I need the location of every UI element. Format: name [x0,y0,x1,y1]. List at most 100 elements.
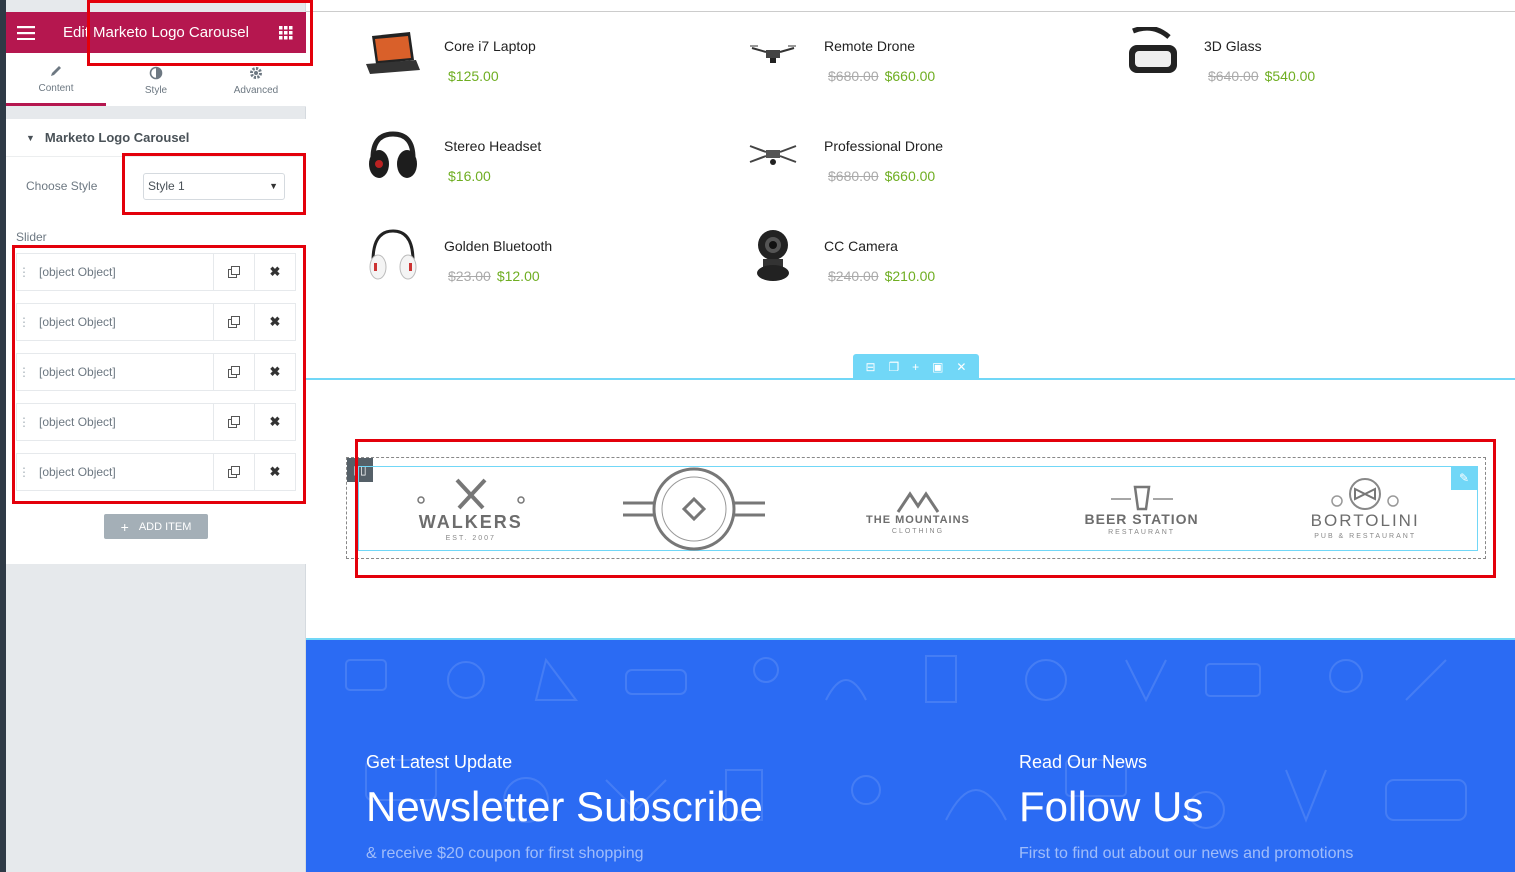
style-select[interactable]: Style 1 ▼ [143,172,285,200]
drone-image[interactable] [738,120,808,190]
edit-widget-pencil-icon[interactable]: ✎ [1451,466,1477,490]
old-price: $23.00 [448,268,491,284]
product-name[interactable]: Professional Drone [824,138,943,154]
product-price: $125.00 [448,68,499,84]
newsletter-desc: & receive $20 coupon for first shopping [366,845,644,862]
product-item[interactable]: CC Camera $240.00 $210.00 [738,220,1098,290]
style-select-value: Style 1 [148,179,185,193]
tab-label: Content [38,83,74,94]
product-price: $23.00 $12.00 [448,268,540,284]
panel-header: Edit Marketo Logo Carousel [6,12,306,53]
product-name[interactable]: 3D Glass [1204,38,1262,54]
slider-item-title[interactable]: [object Object] [29,354,213,390]
logo-sub: PUB & RESTAURANT [1314,533,1417,540]
logo-name: BEER STATION [1084,511,1199,527]
preview-canvas: Core i7 Laptop $125.00 Remote Drone $680… [306,0,1515,872]
tab-content[interactable]: Content [6,53,106,106]
remove-icon[interactable]: ✖ [254,404,295,440]
editor-panel: Edit Marketo Logo Carousel Content Style [0,0,306,872]
product-name[interactable]: Core i7 Laptop [444,38,536,54]
choose-style-label: Choose Style [26,179,98,193]
product-item[interactable]: Professional Drone $680.00 $660.00 [738,120,1098,190]
slider-item-title[interactable]: [object Object] [29,304,213,340]
save-section-icon[interactable]: ▣ [932,360,943,374]
remove-icon[interactable]: ✖ [254,354,295,390]
slider-item[interactable]: ⋮ [object Object] ✖ [16,253,296,291]
pencil-icon [49,62,63,80]
camera-image[interactable] [738,220,808,290]
vr-glass-image[interactable] [1118,20,1188,90]
slider-item[interactable]: ⋮ [object Object] ✖ [16,303,296,341]
slider-item-title[interactable]: [object Object] [29,454,213,490]
tab-label: Style [144,84,168,96]
product-name[interactable]: Golden Bluetooth [444,238,552,254]
mountains-icon [896,491,940,513]
product-name[interactable]: Stereo Headset [444,138,541,154]
carousel-logo[interactable]: BORTOLINI PUB & RESTAURANT [1270,466,1460,551]
hamburger-menu-icon[interactable] [6,12,46,53]
column-wrapper: ▯▯ WALKERS EST. 2007 THE MOUNTAINS CLOTH… [346,457,1486,559]
carousel-logo[interactable]: BEER STATION RESTAURANT [1047,466,1237,551]
widgets-grid-icon[interactable] [266,12,306,53]
remove-icon[interactable]: ✖ [254,454,295,490]
slider-item-title[interactable]: [object Object] [29,404,213,440]
duplicate-icon[interactable] [213,354,254,390]
product-item[interactable]: 3D Glass $640.00 $540.00 [1118,20,1478,90]
newsletter-kicker: Get Latest Update [366,752,513,772]
duplicate-icon[interactable] [213,404,254,440]
slider-item[interactable]: ⋮ [object Object] ✖ [16,453,296,491]
tab-label: Advanced [233,84,279,96]
carousel-logo[interactable] [599,466,789,551]
headset-image[interactable] [358,120,428,190]
drag-handle-icon[interactable]: ⋮ [17,304,30,340]
tab-style[interactable]: Style [106,53,206,106]
delete-section-icon[interactable]: ✕ [956,360,966,374]
drag-handle-icon[interactable]: ⋮ [17,254,30,290]
remove-icon[interactable]: ✖ [254,254,295,290]
product-price: $640.00 $540.00 [1208,68,1315,84]
product-item[interactable]: Stereo Headset $16.00 [358,120,718,190]
follow-kicker: Read Our News [1019,752,1148,772]
product-name[interactable]: Remote Drone [824,38,915,54]
drone-image[interactable] [738,20,808,90]
old-price: $680.00 [828,168,879,184]
crossed-axes-icon [417,478,525,509]
tab-advanced[interactable]: Advanced [206,53,306,106]
add-item-button[interactable]: + ADD ITEM [104,514,208,539]
price: $16.00 [448,168,491,184]
plus-icon: + [120,518,129,535]
slider-item[interactable]: ⋮ [object Object] ✖ [16,353,296,391]
duplicate-icon[interactable] [213,304,254,340]
drag-handle-icon[interactable]: ⋮ [17,404,30,440]
laptop-image[interactable] [358,20,428,90]
price: $210.00 [884,268,936,284]
divider [306,11,1515,12]
duplicate-section-icon[interactable]: ❐ [888,360,899,374]
slider-item-title[interactable]: [object Object] [29,254,213,290]
product-item[interactable]: Core i7 Laptop $125.00 [358,20,718,90]
logo-carousel[interactable]: WALKERS EST. 2007 THE MOUNTAINS CLOTHING [358,466,1478,551]
product-item[interactable]: Golden Bluetooth $23.00 $12.00 [358,220,718,290]
follow-desc: First to find out about our news and pro… [1019,845,1354,862]
add-section-icon[interactable]: + [912,360,919,374]
drag-handle-icon[interactable]: ⋮ [17,354,30,390]
bluetooth-headphones-image[interactable] [358,220,428,290]
logo-sub: EST. 2007 [445,534,496,542]
product-item[interactable]: Remote Drone $680.00 $660.00 [738,20,1098,90]
duplicate-icon[interactable] [213,454,254,490]
carousel-logo[interactable]: WALKERS EST. 2007 [376,466,566,551]
duplicate-icon[interactable] [213,254,254,290]
product-name[interactable]: CC Camera [824,238,898,254]
dropdown-arrow-icon: ▼ [269,181,278,191]
carousel-logo[interactable]: THE MOUNTAINS CLOTHING [823,466,1013,551]
section-title: Marketo Logo Carousel [44,130,190,145]
remove-icon[interactable]: ✖ [254,304,295,340]
edit-section-icon[interactable]: ⊟ [865,360,875,374]
slider-item[interactable]: ⋮ [object Object] ✖ [16,403,296,441]
slider-label: Slider [16,230,47,244]
drag-handle-icon[interactable]: ⋮ [17,454,30,490]
section-toggle[interactable]: ▼ Marketo Logo Carousel [6,119,306,157]
logo-sub: CLOTHING [891,528,945,535]
price: $125.00 [448,68,499,84]
gear-icon [249,64,263,82]
